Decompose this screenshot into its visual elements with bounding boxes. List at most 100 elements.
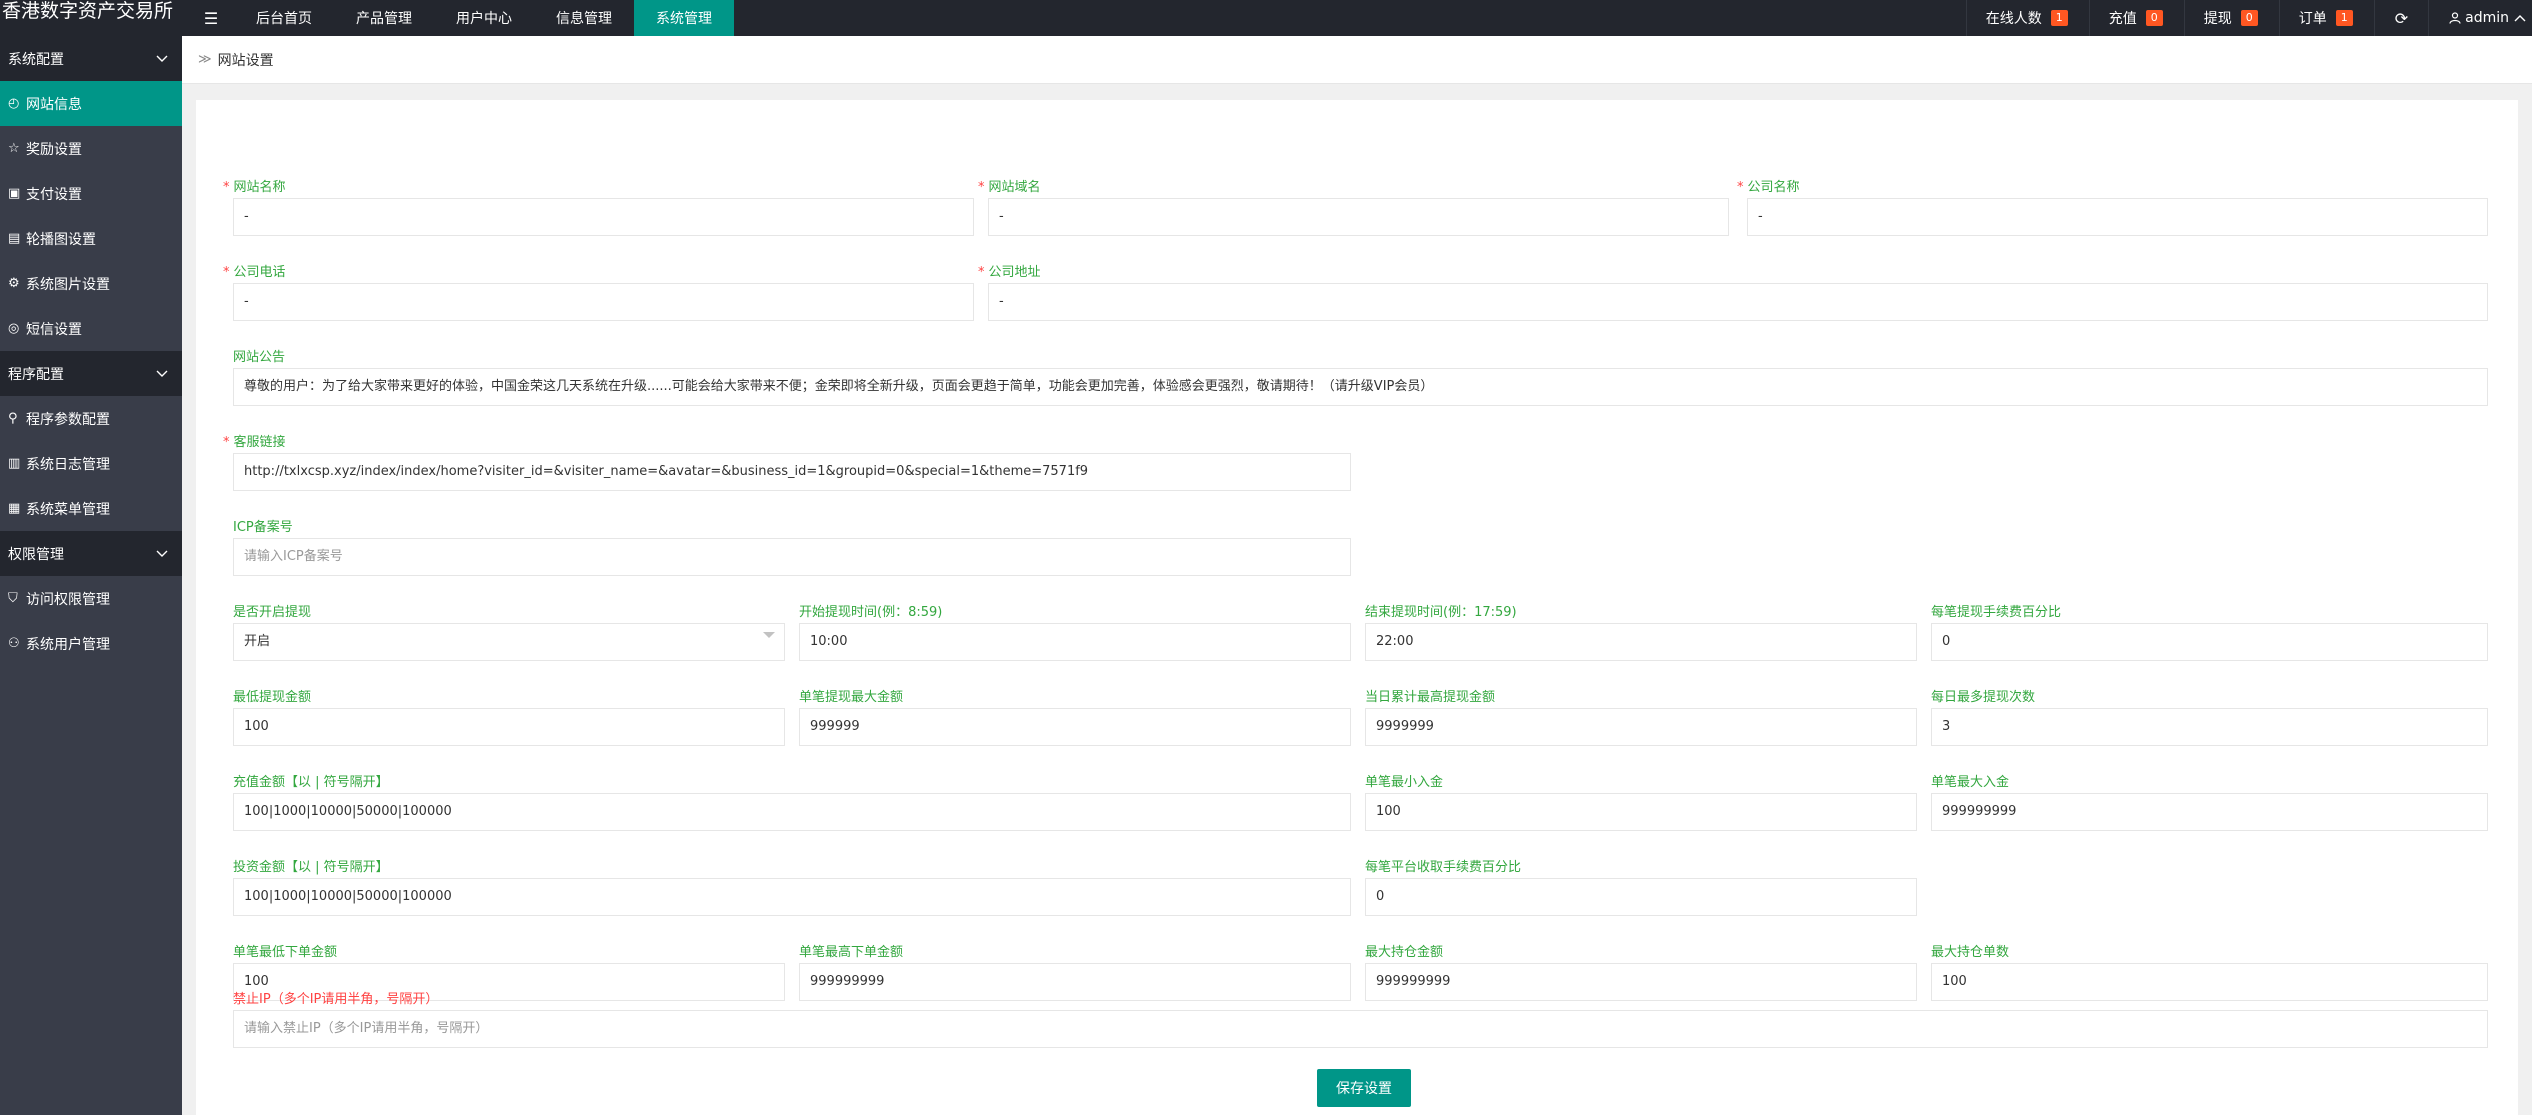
banned-ip-input[interactable]: 请输入禁止IP（多个IP请用半角，号隔开）: [233, 1010, 2488, 1048]
site-name-input[interactable]: -: [233, 198, 974, 236]
recharge-notice[interactable]: 充值 0: [2088, 0, 2184, 36]
sidebar-item-access-permissions[interactable]: ⛉ 访问权限管理: [0, 576, 182, 621]
withdraw-start-label: 开始提现时间(例：8:59): [799, 605, 943, 620]
service-link-field: * 客服链接 http://txlxcsp.xyz/index/index/hom…: [223, 433, 1351, 491]
platform-fee-input[interactable]: 0: [1365, 878, 1917, 916]
sidebar-item-label: 网站信息: [26, 96, 82, 113]
online-users[interactable]: 在线人数 1: [1965, 0, 2089, 36]
invest-amounts-field: 投资金额【以 | 符号隔开】 100|1000|10000|50000|1000…: [233, 858, 1351, 916]
sidebar-item-label: 支付设置: [26, 186, 82, 203]
main-content: ≫ 网站设置 * 网站名称 - * 网站域名 - * 公司名称 - * 公司电话 - *…: [182, 36, 2532, 1115]
withdraw-min-label: 最低提现金额: [233, 690, 312, 705]
site-domain-input[interactable]: -: [988, 198, 1729, 236]
sidebar-item-sms[interactable]: ◎ 短信设置: [0, 306, 182, 351]
withdraw-start-input[interactable]: 10:00: [799, 623, 1351, 661]
icp-input[interactable]: 请输入ICP备案号: [233, 538, 1351, 576]
sidebar-item-system-users[interactable]: ⚇ 系统用户管理: [0, 621, 182, 666]
sidebar-item-system-logs[interactable]: ▥ 系统日志管理: [0, 441, 182, 486]
nav-info[interactable]: 信息管理: [534, 0, 634, 36]
withdraw-max-daily-input[interactable]: 9999999: [1365, 708, 1917, 746]
deposit-max-input[interactable]: 999999999: [1931, 793, 2488, 831]
menu-icon: ▦: [8, 501, 21, 516]
company-phone-input[interactable]: -: [233, 283, 974, 321]
withdraw-fee-field: 每笔提现手续费百分比 0: [1931, 603, 2488, 661]
nav-products[interactable]: 产品管理: [334, 0, 434, 36]
sidebar-item-program-params[interactable]: ⚲ 程序参数配置: [0, 396, 182, 441]
platform-fee-label: 每笔平台收取手续费百分比: [1365, 860, 1522, 875]
withdraw-max-single-input[interactable]: 999999: [799, 708, 1351, 746]
deposit-min-label: 单笔最小入金: [1365, 775, 1444, 790]
menu-toggle-icon[interactable]: ☰: [182, 0, 240, 36]
sidebar-group-system-config[interactable]: 系统配置: [0, 36, 182, 81]
orders-badge: 1: [2335, 10, 2353, 26]
withdraw-end-field: 结束提现时间(例：17:59) 22:00: [1365, 603, 1917, 661]
deposit-min-input[interactable]: 100: [1365, 793, 1917, 831]
sidebar-group-label: 程序配置: [8, 366, 64, 383]
icp-field: ICP备案号 请输入ICP备案号: [233, 518, 1351, 576]
withdraw-end-input[interactable]: 22:00: [1365, 623, 1917, 661]
sidebar-group-permissions[interactable]: 权限管理: [0, 531, 182, 576]
site-name-label: 网站名称: [233, 180, 286, 195]
online-users-label: 在线人数: [1985, 11, 2042, 27]
sidebar-item-carousel[interactable]: ▤ 轮播图设置: [0, 216, 182, 261]
sidebar-item-rewards[interactable]: ☆ 奖励设置: [0, 126, 182, 171]
top-right-tools: 在线人数 1 充值 0 提现 0 订单 1 ⟳ admin: [1965, 0, 2532, 36]
recharge-badge: 0: [2145, 10, 2163, 26]
sidebar-group-label: 权限管理: [8, 546, 64, 563]
user-icon: [2449, 12, 2461, 24]
banned-ip-label: 禁止IP: [233, 992, 271, 1007]
star-icon: ☆: [8, 141, 20, 156]
service-link-input[interactable]: http://txlxcsp.xyz/index/index/home?visi…: [233, 453, 1351, 491]
notice-field: 网站公告 尊敬的用户：为了给大家带来更好的体验，中国金荣这几天系统在升级....…: [233, 348, 2488, 406]
save-settings-button[interactable]: 保存设置: [1317, 1069, 1411, 1107]
banned-ip-note: （多个IP请用半角，号隔开）: [270, 992, 439, 1007]
withdraw-times-daily-input[interactable]: 3: [1931, 708, 2488, 746]
notice-input[interactable]: 尊敬的用户：为了给大家带来更好的体验，中国金荣这几天系统在升级......可能会…: [233, 368, 2488, 406]
deposit-min-field: 单笔最小入金 100: [1365, 773, 1917, 831]
company-name-field: * 公司名称 -: [1737, 178, 2488, 236]
withdraw-fee-input[interactable]: 0: [1931, 623, 2488, 661]
sidebar-item-system-menus[interactable]: ▦ 系统菜单管理: [0, 486, 182, 531]
withdraw-enabled-select[interactable]: 开启: [233, 623, 785, 661]
nav-users[interactable]: 用户中心: [434, 0, 534, 36]
withdraw-max-single-label: 单笔提现最大金额: [799, 690, 904, 705]
sidebar-item-site-info[interactable]: ◴ 网站信息: [0, 81, 182, 126]
withdraw-min-input[interactable]: 100: [233, 708, 785, 746]
nav-system[interactable]: 系统管理: [634, 0, 734, 36]
sidebar-group-program-config[interactable]: 程序配置: [0, 351, 182, 396]
chevron-up-icon: [2514, 15, 2526, 22]
withdraw-label: 提现: [2203, 11, 2232, 27]
platform-fee-field: 每笔平台收取手续费百分比 0: [1365, 858, 1917, 916]
position-max-amount-label: 最大持仓金额: [1365, 945, 1444, 960]
withdraw-notice[interactable]: 提现 0: [2183, 0, 2279, 36]
service-link-label: 客服链接: [233, 435, 286, 450]
withdraw-end-label: 结束提现时间(例：17:59): [1365, 605, 1517, 620]
sidebar-item-label: 访问权限管理: [26, 591, 110, 608]
sidebar-item-payment[interactable]: ▣ 支付设置: [0, 171, 182, 216]
withdraw-enabled-label: 是否开启提现: [233, 605, 312, 620]
company-name-input[interactable]: -: [1747, 198, 2488, 236]
breadcrumb-separator-icon: ≫: [198, 52, 212, 67]
orders-notice[interactable]: 订单 1: [2278, 0, 2374, 36]
chevron-down-icon: [156, 370, 168, 377]
sidebar-item-label: 奖励设置: [26, 141, 82, 158]
nav-home[interactable]: 后台首页: [240, 0, 334, 36]
sidebar-item-system-images[interactable]: ⚙ 系统图片设置: [0, 261, 182, 306]
order-max-label: 单笔最高下单金额: [799, 945, 904, 960]
chevron-down-icon: [156, 55, 168, 62]
user-icon: ⚇: [8, 636, 20, 651]
company-address-input[interactable]: -: [988, 283, 2488, 321]
user-menu[interactable]: admin: [2428, 0, 2532, 36]
refresh-icon[interactable]: ⟳: [2373, 0, 2428, 36]
recharge-label: 充值: [2108, 11, 2137, 27]
withdraw-fee-label: 每笔提现手续费百分比: [1931, 605, 2062, 620]
link-icon: ⚲: [8, 411, 18, 426]
withdraw-enabled-field: 是否开启提现 开启: [233, 603, 785, 661]
sidebar-group-label: 系统配置: [8, 51, 64, 68]
sidebar-item-label: 程序参数配置: [26, 411, 110, 428]
invest-amounts-input[interactable]: 100|1000|10000|50000|100000: [233, 878, 1351, 916]
recharge-amounts-input[interactable]: 100|1000|10000|50000|100000: [233, 793, 1351, 831]
online-users-badge: 1: [2050, 10, 2068, 26]
image-icon: ▤: [8, 231, 21, 246]
sidebar-item-label: 系统日志管理: [26, 456, 110, 473]
